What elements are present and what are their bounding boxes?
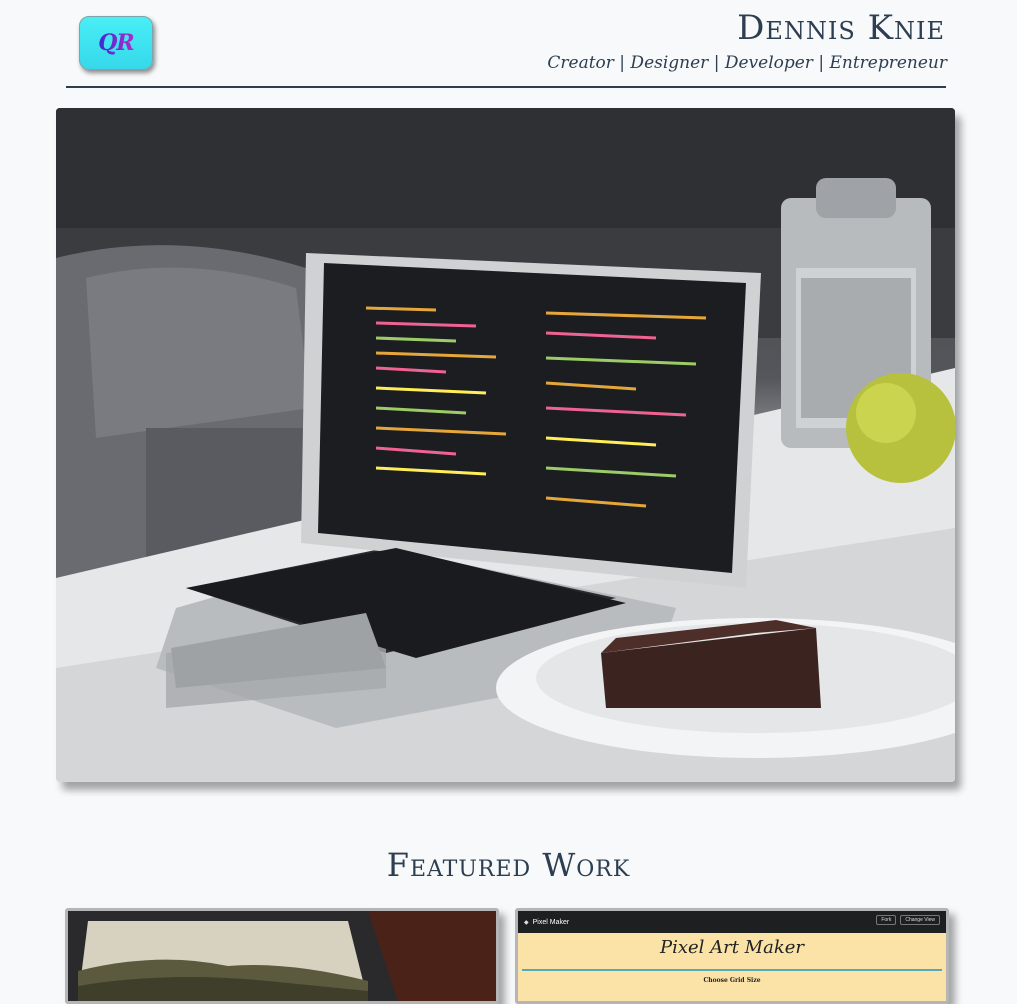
change-view-button: Change View [900, 915, 940, 925]
tablet-landscape-image [68, 911, 496, 1001]
logo-text: QR [98, 30, 134, 56]
site-title: Dennis Knie [737, 8, 945, 48]
featured-work-title: Featured Work [386, 846, 631, 884]
tagline: Creator | Designer | Developer | Entrepr… [547, 53, 947, 73]
grid-size-label: Choose Grid Size [703, 977, 761, 984]
pixel-art-maker-title: Pixel Art Maker [659, 937, 805, 958]
app-icon: ◆ [524, 919, 529, 926]
app-name: Pixel Maker [532, 918, 570, 926]
hero-image [56, 108, 955, 782]
pixel-maker-divider [522, 969, 942, 971]
laptop-illustration [56, 108, 955, 782]
fork-button: Fork [876, 915, 897, 925]
featured-card-2[interactable]: ◆ Pixel Maker Fork Change View Pixel Art… [515, 908, 949, 1004]
logo[interactable]: QR [79, 16, 153, 70]
pixel-maker-body: Pixel Art Maker Choose Grid Size [518, 933, 946, 1001]
pixel-maker-toolbar: ◆ Pixel Maker Fork Change View [518, 911, 946, 933]
header-divider [66, 86, 946, 88]
featured-card-1[interactable] [65, 908, 499, 1004]
